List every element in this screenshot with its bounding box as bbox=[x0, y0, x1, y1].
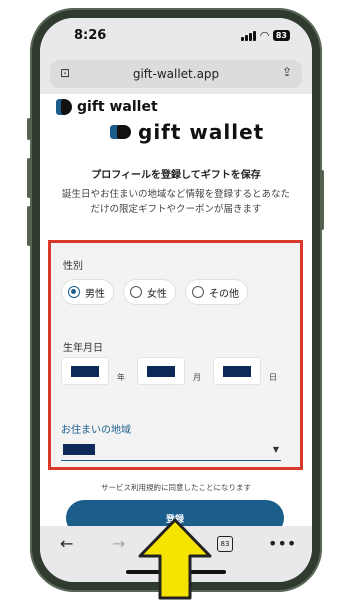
region-label: お住まいの地域 bbox=[61, 425, 131, 436]
tabs-icon[interactable]: 83 bbox=[217, 536, 233, 552]
radio-icon bbox=[130, 286, 142, 298]
region-select[interactable]: ▼ bbox=[61, 439, 281, 461]
hero-logo: gift wallet bbox=[110, 120, 264, 144]
dob-year-input[interactable] bbox=[61, 357, 109, 385]
dob-day-unit: 日 bbox=[269, 373, 277, 382]
gender-options: 男性 女性 その他 bbox=[61, 279, 248, 305]
logo-text: gift wallet bbox=[77, 99, 158, 115]
reader-icon[interactable]: ⊡ bbox=[60, 66, 70, 80]
more-icon[interactable]: ••• bbox=[268, 534, 296, 553]
profile-form: 性別 男性 女性 その他 生年月日 年 月 日 お住まいの地域 ▼ bbox=[48, 240, 303, 470]
redaction-mark bbox=[147, 365, 175, 377]
volume-up-button bbox=[27, 158, 31, 198]
web-page: gift wallet gift wallet プロフィールを登録してギフトを保… bbox=[40, 94, 312, 540]
share-icon[interactable]: ⇪ bbox=[282, 65, 292, 79]
redaction-mark bbox=[223, 365, 251, 377]
signal-icon bbox=[241, 30, 257, 41]
status-icons: ◠ 83 bbox=[241, 29, 290, 42]
url-field[interactable]: ⊡ gift-wallet.app ⇪ bbox=[50, 60, 302, 88]
hero-logo-text: gift wallet bbox=[138, 120, 265, 144]
battery-icon: 83 bbox=[272, 30, 290, 41]
redaction-mark bbox=[63, 444, 95, 455]
dob-month-input[interactable] bbox=[137, 357, 185, 385]
gender-option-female[interactable]: 女性 bbox=[123, 279, 176, 305]
page-description: 誕生日やお住まいの地域など情報を登録するとあなただけの限定ギフトやクーポンが届き… bbox=[61, 189, 290, 215]
dob-month-unit: 月 bbox=[193, 373, 201, 382]
volume-down-button bbox=[27, 206, 31, 246]
gender-option-label: その他 bbox=[209, 288, 239, 300]
page-title: プロフィールを登録してギフトを保存 bbox=[91, 170, 261, 181]
annotation-arrow-icon bbox=[138, 518, 212, 600]
radio-selected-icon bbox=[68, 286, 80, 298]
redaction-mark bbox=[71, 365, 99, 377]
back-icon[interactable]: ← bbox=[60, 534, 73, 553]
hero-logo-mark-icon bbox=[110, 125, 132, 139]
dob-day-input[interactable] bbox=[213, 357, 261, 385]
url-text: gift-wallet.app bbox=[132, 67, 220, 81]
wifi-icon: ◠ bbox=[260, 29, 269, 42]
gender-option-other[interactable]: その他 bbox=[185, 279, 248, 305]
forward-icon[interactable]: → bbox=[112, 534, 125, 553]
site-logo[interactable]: gift wallet bbox=[56, 99, 158, 115]
chevron-down-icon: ▼ bbox=[272, 445, 279, 454]
power-button bbox=[320, 170, 324, 230]
logo-mark-icon bbox=[56, 99, 72, 115]
status-time: 8:26 bbox=[74, 28, 107, 43]
dob-fields: 年 月 日 bbox=[61, 357, 285, 385]
dob-year-unit: 年 bbox=[117, 373, 125, 382]
radio-icon bbox=[192, 286, 204, 298]
gender-option-male[interactable]: 男性 bbox=[61, 279, 114, 305]
gender-option-label: 男性 bbox=[85, 288, 105, 300]
mute-switch bbox=[27, 118, 31, 140]
status-bar: 8:26 ◠ 83 bbox=[40, 18, 312, 56]
gender-label: 性別 bbox=[63, 261, 83, 272]
terms-notice: サービス利用規約に同意したことになります bbox=[101, 483, 251, 492]
dob-label: 生年月日 bbox=[63, 343, 103, 354]
address-bar: ⊡ gift-wallet.app ⇪ bbox=[40, 56, 312, 94]
phone-screen: 8:26 ◠ 83 ⊡ gift-wallet.app ⇪ gift walle… bbox=[40, 18, 312, 582]
site-header: gift wallet bbox=[40, 94, 312, 120]
gender-option-label: 女性 bbox=[147, 288, 167, 300]
